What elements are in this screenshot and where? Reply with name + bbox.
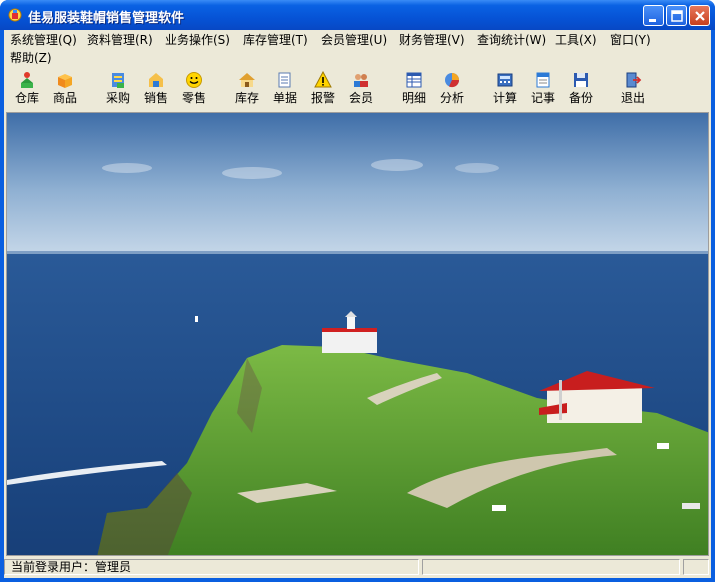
- toolbar-label: 备份: [568, 91, 593, 105]
- menu-help[interactable]: 帮助(Z): [10, 50, 52, 66]
- toolbar-inventory-button[interactable]: 库存: [227, 70, 267, 110]
- toolbar-notepad-button[interactable]: 记事: [523, 70, 563, 110]
- status-current-user: 当前登录用户：管理员: [4, 559, 419, 575]
- menu-bar: 系统管理(Q) 资料管理(R) 业务操作(S) 库存管理(T) 会员管理(U) …: [4, 30, 711, 66]
- backup-disk-icon: [574, 73, 588, 87]
- toolbar-label: 单据: [272, 91, 297, 105]
- toolbar-members-button[interactable]: 会员: [341, 70, 381, 110]
- toolbar-label: 销售: [143, 91, 168, 105]
- toolbar-label: 采购: [105, 91, 130, 105]
- toolbar-purchase-button[interactable]: 采购: [98, 70, 138, 110]
- toolbar-exit-button[interactable]: 退出: [613, 70, 653, 110]
- menu-tools[interactable]: 工具(X): [555, 32, 597, 48]
- landscape-lighthouse-image: [7, 113, 708, 555]
- main-window: 佳易服装鞋帽销售管理软件 系统管理(Q) 资料管理(R) 业务操作(S) 库存管…: [0, 0, 715, 582]
- menu-query[interactable]: 查询统计(W): [477, 32, 546, 48]
- retail-smiley-icon: [186, 72, 202, 88]
- toolbar-label: 会员: [348, 91, 373, 105]
- toolbar-warning-button[interactable]: 报警: [303, 70, 343, 110]
- menu-window[interactable]: 窗口(Y): [610, 32, 651, 48]
- toolbar-sales-button[interactable]: 销售: [136, 70, 176, 110]
- inventory-house-icon: [239, 73, 255, 87]
- toolbar-backup-button[interactable]: 备份: [561, 70, 601, 110]
- analysis-icon: [445, 73, 460, 88]
- toolbar-analysis-button[interactable]: 分析: [432, 70, 472, 110]
- toolbar-calculator-button[interactable]: 计算: [485, 70, 525, 110]
- sales-icon: [149, 73, 163, 87]
- background-landscape-image: [6, 112, 709, 556]
- minimize-button[interactable]: [643, 5, 664, 26]
- toolbar-label: 商品: [52, 91, 77, 105]
- toolbar-warehouse-button[interactable]: 仓库: [7, 70, 47, 110]
- toolbar-product-button[interactable]: 商品: [45, 70, 85, 110]
- detail-list-icon: [406, 72, 422, 88]
- notepad-icon: [536, 72, 550, 88]
- maximize-button[interactable]: [666, 5, 687, 26]
- status-cell-2: [422, 559, 680, 575]
- calculator-icon: [497, 73, 513, 87]
- window-title: 佳易服装鞋帽销售管理软件: [28, 11, 185, 26]
- toolbar-label: 仓库: [14, 91, 39, 105]
- status-bar: 当前登录用户：管理员: [4, 557, 711, 577]
- warehouse-icon: [21, 72, 33, 88]
- menu-inventory[interactable]: 库存管理(T): [243, 32, 308, 48]
- close-icon: [695, 11, 705, 21]
- toolbar-label: 报警: [310, 91, 335, 105]
- toolbar-label: 计算: [492, 91, 517, 105]
- purchase-icon: [112, 73, 124, 88]
- toolbar-label: 库存: [234, 91, 259, 105]
- app-icon: [8, 8, 22, 22]
- menu-finance[interactable]: 财务管理(V): [399, 32, 465, 48]
- menu-system[interactable]: 系统管理(Q): [10, 32, 77, 48]
- toolbar-label: 明细: [401, 91, 426, 105]
- client-area: 系统管理(Q) 资料管理(R) 业务操作(S) 库存管理(T) 会员管理(U) …: [4, 30, 711, 578]
- toolbar-label: 零售: [181, 91, 206, 105]
- product-box-icon: [58, 74, 72, 88]
- menu-business[interactable]: 业务操作(S): [165, 32, 230, 48]
- toolbar-document-button[interactable]: 单据: [265, 70, 305, 110]
- toolbar: 仓库 商品 采购 销售 零售 库存 单据 报警 会员 明细 分析 计算 记事 备…: [4, 68, 711, 110]
- toolbar-label: 分析: [439, 91, 464, 105]
- toolbar-detail-button[interactable]: 明细: [394, 70, 434, 110]
- size-grip[interactable]: [683, 559, 709, 575]
- close-button[interactable]: [689, 5, 710, 26]
- menu-data[interactable]: 资料管理(R): [87, 32, 153, 48]
- toolbar-retail-button[interactable]: 零售: [174, 70, 214, 110]
- toolbar-label: 退出: [620, 91, 645, 105]
- exit-door-icon: [626, 72, 642, 88]
- members-icon: [354, 74, 368, 87]
- document-icon: [278, 72, 291, 88]
- maximize-icon: [671, 10, 683, 22]
- toolbar-label: 记事: [530, 91, 555, 105]
- menu-member[interactable]: 会员管理(U): [321, 32, 387, 48]
- title-bar[interactable]: 佳易服装鞋帽销售管理软件: [0, 0, 715, 30]
- warning-icon: [314, 71, 332, 88]
- minimize-icon: [649, 19, 656, 22]
